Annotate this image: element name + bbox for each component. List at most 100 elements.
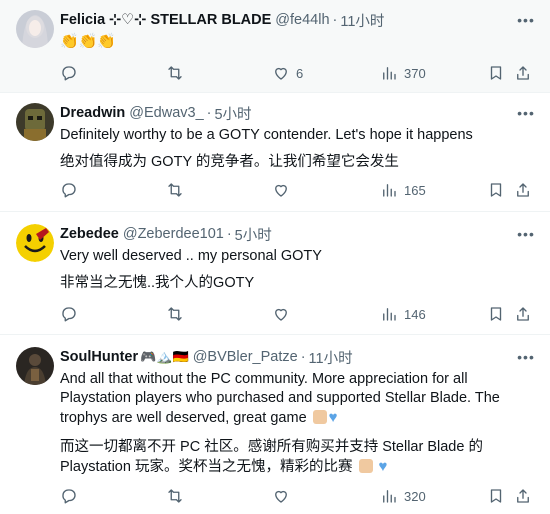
heart-icon bbox=[275, 308, 287, 321]
share-button[interactable] bbox=[514, 179, 532, 201]
tweet-text-zh: 绝对值得成为 GOTY 的竞争者。让我们希望它会发生 bbox=[60, 154, 399, 170]
like-button[interactable] bbox=[272, 179, 290, 201]
share-button[interactable] bbox=[514, 485, 532, 507]
more-options-icon[interactable]: ••• bbox=[516, 10, 536, 30]
reply-button[interactable] bbox=[60, 485, 78, 507]
more-options-icon[interactable]: ••• bbox=[516, 103, 536, 123]
action-bar: 146 bbox=[60, 303, 536, 325]
share-icon bbox=[517, 66, 529, 80]
bookmark-icon bbox=[490, 489, 502, 503]
like-count: 6 bbox=[296, 65, 304, 81]
tweet-soulhunter[interactable]: SoulHunter 🎮🏔️🇩🇪 @BVBler_Patze · 11小时 ••… bbox=[0, 335, 550, 514]
heart-icon bbox=[275, 490, 287, 503]
avatar[interactable] bbox=[16, 10, 54, 48]
tweet-header: Felicia ⊹♡⊹ STELLAR BLADE @fe44lh · 11小时 bbox=[60, 10, 536, 30]
bookmark-button[interactable] bbox=[487, 62, 505, 84]
tweet-header: SoulHunter 🎮🏔️🇩🇪 @BVBler_Patze · 11小时 bbox=[60, 347, 536, 367]
retweet-icon bbox=[168, 489, 182, 503]
tweet-text: Definitely worthy to be a GOTY contender… bbox=[60, 126, 536, 172]
user-handle[interactable]: @fe44lh bbox=[275, 12, 329, 28]
reply-icon bbox=[62, 183, 76, 198]
timestamp[interactable]: 11小时 bbox=[309, 347, 353, 368]
like-button[interactable] bbox=[272, 303, 290, 325]
thumbs-up-emoji bbox=[312, 410, 327, 424]
views-icon bbox=[383, 490, 396, 503]
bookmark-icon bbox=[490, 66, 502, 80]
views-button[interactable]: 165 bbox=[380, 179, 426, 201]
more-options-icon[interactable]: ••• bbox=[516, 347, 536, 367]
action-bar: 165 bbox=[60, 179, 536, 201]
display-name[interactable]: Dreadwin bbox=[60, 105, 125, 121]
views-button[interactable]: 146 bbox=[380, 303, 426, 325]
share-button[interactable] bbox=[514, 303, 532, 325]
views-icon bbox=[383, 67, 396, 80]
thumbs-up-emoji bbox=[358, 459, 373, 473]
action-bar: 6 370 bbox=[60, 62, 536, 84]
tweet-text: And all that without the PC community. M… bbox=[60, 370, 532, 477]
tweet-dreadwin[interactable]: Dreadwin @Edwav3_ · 5小时 ••• Definitely w… bbox=[0, 93, 550, 212]
bookmark-button[interactable] bbox=[487, 485, 505, 507]
heart-icon bbox=[275, 184, 287, 197]
user-handle[interactable]: @BVBler_Patze bbox=[193, 349, 298, 365]
tweet-felicia[interactable]: Felicia ⊹♡⊹ STELLAR BLADE @fe44lh · 11小时… bbox=[0, 0, 550, 93]
tweet-zebedee[interactable]: Zebedee @Zeberdee101 · 5小时 ••• Very well… bbox=[0, 212, 550, 335]
heart-icon bbox=[275, 67, 287, 80]
separator-dot: · bbox=[300, 349, 306, 365]
views-icon bbox=[383, 184, 396, 197]
retweet-button[interactable] bbox=[166, 179, 184, 201]
reply-icon bbox=[62, 307, 76, 322]
tweet-header: Zebedee @Zeberdee101 · 5小时 bbox=[60, 224, 536, 244]
blue-heart-emoji: ♥ bbox=[378, 458, 388, 475]
separator-dot: · bbox=[206, 105, 212, 121]
view-count: 370 bbox=[404, 65, 426, 81]
view-count: 320 bbox=[404, 488, 426, 504]
bookmark-button[interactable] bbox=[487, 303, 505, 325]
bookmark-icon bbox=[490, 307, 502, 321]
avatar[interactable] bbox=[16, 347, 54, 385]
bookmark-icon bbox=[490, 183, 502, 197]
display-name-emoji: 🎮🏔️🇩🇪 bbox=[140, 349, 189, 364]
display-name[interactable]: Felicia bbox=[60, 12, 105, 28]
display-name[interactable]: SoulHunter bbox=[60, 349, 138, 365]
tweet-header: Dreadwin @Edwav3_ · 5小时 bbox=[60, 103, 536, 123]
reply-button[interactable] bbox=[60, 179, 78, 201]
retweet-button[interactable] bbox=[166, 62, 184, 84]
reply-icon bbox=[62, 489, 76, 504]
more-options-icon[interactable]: ••• bbox=[516, 224, 536, 244]
share-icon bbox=[517, 307, 529, 321]
avatar[interactable] bbox=[16, 103, 54, 141]
bookmark-button[interactable] bbox=[487, 179, 505, 201]
display-name-decor: ⊹♡⊹ STELLAR BLADE bbox=[109, 12, 272, 28]
views-icon bbox=[383, 308, 396, 321]
tweet-text-zh: 而这一切都离不开 PC 社区。感谢所有购买并支持 Stellar Blade 的… bbox=[60, 439, 483, 475]
retweet-icon bbox=[168, 307, 182, 321]
timestamp[interactable]: 5小时 bbox=[214, 103, 251, 124]
tweet-text-en: Definitely worthy to be a GOTY contender… bbox=[60, 127, 473, 143]
view-count: 165 bbox=[404, 182, 426, 198]
clap-emoji-text: 👏👏👏 bbox=[60, 33, 117, 50]
separator-dot: · bbox=[226, 226, 232, 242]
like-button[interactable]: 6 bbox=[272, 62, 303, 84]
retweet-button[interactable] bbox=[166, 303, 184, 325]
views-button[interactable]: 320 bbox=[380, 485, 426, 507]
share-button[interactable] bbox=[514, 62, 532, 84]
views-button[interactable]: 370 bbox=[380, 62, 426, 84]
user-handle[interactable]: @Edwav3_ bbox=[129, 105, 203, 121]
retweet-icon bbox=[168, 66, 182, 80]
avatar[interactable] bbox=[16, 224, 54, 262]
share-icon bbox=[517, 489, 529, 503]
reply-button[interactable] bbox=[60, 62, 78, 84]
like-button[interactable] bbox=[272, 485, 290, 507]
timestamp[interactable]: 5小时 bbox=[235, 224, 272, 245]
user-handle[interactable]: @Zeberdee101 bbox=[123, 226, 224, 242]
display-name[interactable]: Zebedee bbox=[60, 226, 119, 242]
reply-button[interactable] bbox=[60, 303, 78, 325]
separator-dot: · bbox=[332, 12, 338, 28]
tweet-text-en: Very well deserved .. my personal GOTY bbox=[60, 248, 322, 264]
share-icon bbox=[517, 183, 529, 197]
timestamp[interactable]: 11小时 bbox=[340, 10, 384, 31]
tweet-text-en: And all that without the PC community. M… bbox=[60, 371, 500, 426]
retweet-button[interactable] bbox=[166, 485, 184, 507]
action-bar: 320 bbox=[60, 485, 536, 507]
tweet-text: 👏👏👏 bbox=[60, 32, 536, 52]
